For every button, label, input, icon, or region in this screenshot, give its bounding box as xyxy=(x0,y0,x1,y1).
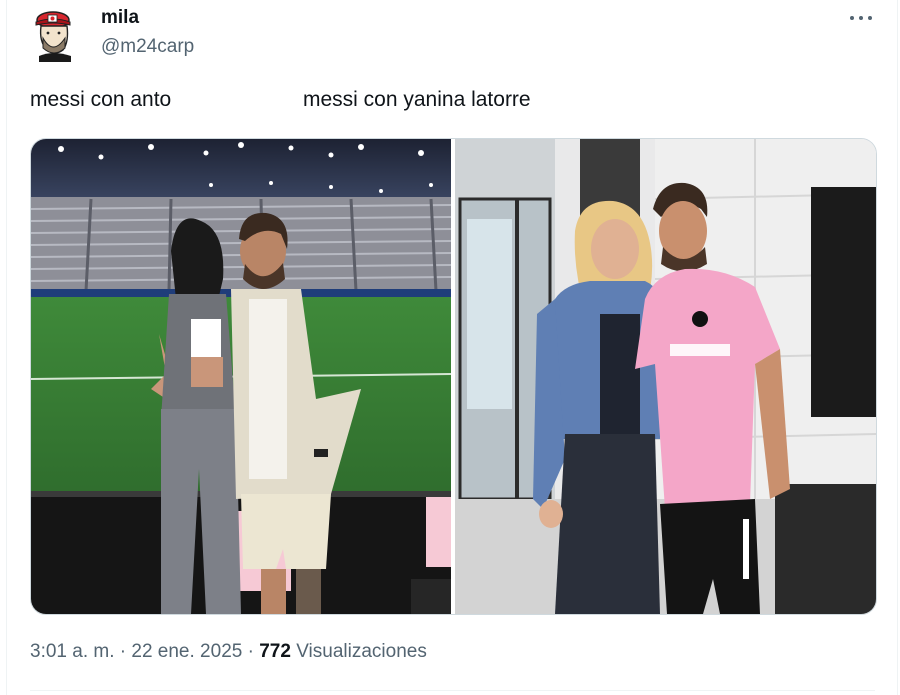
divider xyxy=(30,690,875,691)
avatar[interactable] xyxy=(33,6,77,62)
post-time[interactable]: 3:01 a. m. xyxy=(30,641,115,662)
post-timestamp: 3:01 a. m. · 22 ene. 2025 · 772 Visualiz… xyxy=(30,641,427,663)
post-header: mila @m24carp xyxy=(0,0,900,80)
media-gallery[interactable] xyxy=(30,138,877,615)
author-handle[interactable]: @m24carp xyxy=(101,36,194,58)
frame-right-border xyxy=(897,0,898,695)
more-options-icon[interactable] xyxy=(847,8,875,26)
separator: · xyxy=(114,641,132,662)
caption-right: messi con yanina latorre xyxy=(303,88,531,111)
post-date[interactable]: 22 ene. 2025 xyxy=(131,641,242,662)
photo-messi-yanina[interactable] xyxy=(455,139,876,614)
views-label: Visualizaciones xyxy=(290,641,427,662)
cartoon-avatar-red-cap-icon xyxy=(35,11,71,62)
separator: · xyxy=(242,641,260,662)
photo-messi-anto[interactable] xyxy=(31,139,451,614)
author-name[interactable]: mila xyxy=(101,7,139,29)
caption-left: messi con anto xyxy=(30,88,172,111)
frame-left-border xyxy=(6,0,7,695)
views-count: 772 xyxy=(259,641,291,662)
